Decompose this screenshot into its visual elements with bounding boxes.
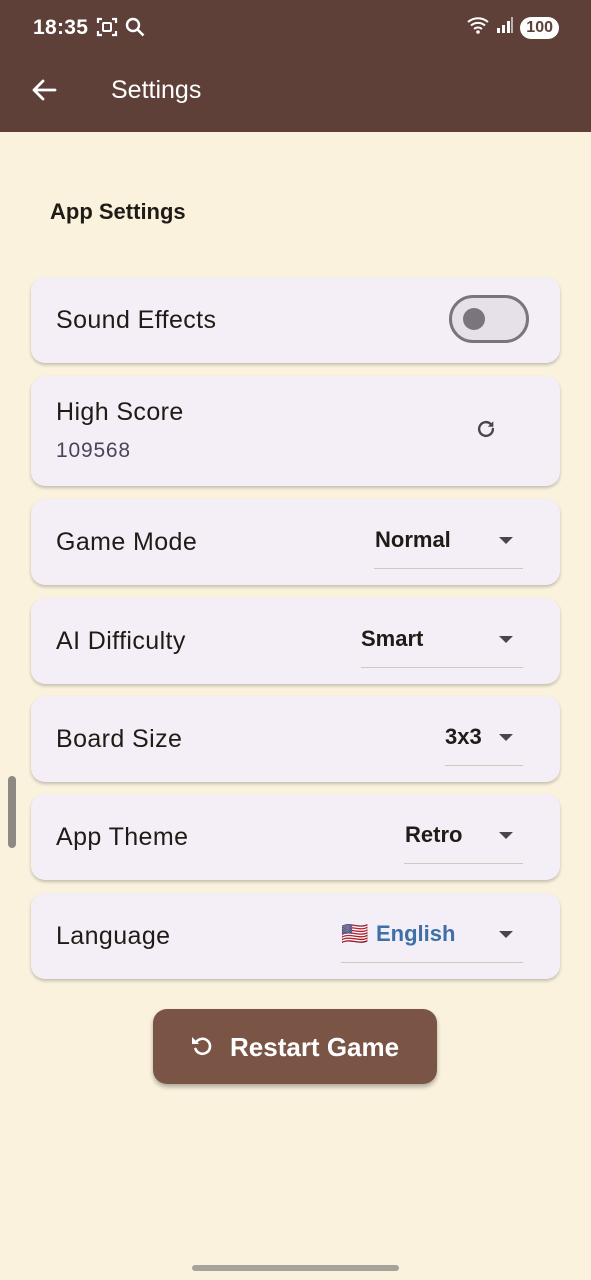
reset-high-score-button[interactable] [467,412,505,450]
home-indicator[interactable] [192,1265,399,1271]
sound-effects-toggle[interactable] [449,295,529,343]
game-mode-dropdown[interactable]: Normal [374,499,523,569]
language-label: Language [56,922,171,950]
back-button[interactable] [24,72,64,112]
scrollbar[interactable] [8,776,16,848]
restart-icon [189,1033,215,1064]
chevron-down-icon [499,537,513,544]
battery-indicator: 100 [520,16,559,39]
toggle-knob [463,308,485,330]
chevron-down-icon [499,734,513,741]
flag-icon: 🇺🇸 [341,921,369,946]
sound-effects-label: Sound Effects [56,306,217,334]
section-title: App Settings [50,199,186,224]
ai-difficulty-value: Smart [361,626,424,651]
setting-board-size: Board Size 3x3 [31,696,560,782]
setting-sound-effects: Sound Effects [31,277,560,363]
restart-game-button[interactable]: Restart Game [153,1009,437,1084]
chevron-down-icon [499,832,513,839]
setting-ai-difficulty: AI Difficulty Smart [31,598,560,684]
setting-game-mode: Game Mode Normal [31,499,560,585]
chevron-down-icon [499,636,513,643]
board-size-label: Board Size [56,725,183,753]
signal-icon [496,16,514,39]
search-icon [124,16,146,43]
board-size-value: 3x3 [445,724,482,749]
high-score-label: High Score [56,398,184,426]
status-bar: 18:35 100 [0,0,591,56]
setting-high-score: High Score 109568 [31,376,560,486]
language-value: English [376,921,456,946]
game-mode-label: Game Mode [56,528,198,556]
app-theme-dropdown[interactable]: Retro [404,794,523,864]
app-theme-label: App Theme [56,823,189,851]
board-size-dropdown[interactable]: 3x3 [445,696,523,766]
ai-difficulty-label: AI Difficulty [56,627,186,655]
chevron-down-icon [499,931,513,938]
app-bar: Settings [0,56,591,132]
status-time: 18:35 [33,16,89,39]
high-score-value: 109568 [56,439,131,462]
setting-language: Language 🇺🇸 English [31,893,560,979]
wifi-icon [466,15,490,40]
restart-game-label: Restart Game [230,1032,400,1062]
refresh-icon [475,418,497,445]
language-dropdown[interactable]: 🇺🇸 English [341,893,523,963]
game-mode-value: Normal [375,527,451,552]
screenshot-icon [96,16,118,43]
arrow-back-icon [30,76,58,109]
ai-difficulty-dropdown[interactable]: Smart [361,598,523,668]
setting-app-theme: App Theme Retro [31,794,560,880]
app-theme-value: Retro [405,822,463,847]
page-title: Settings [111,76,202,104]
